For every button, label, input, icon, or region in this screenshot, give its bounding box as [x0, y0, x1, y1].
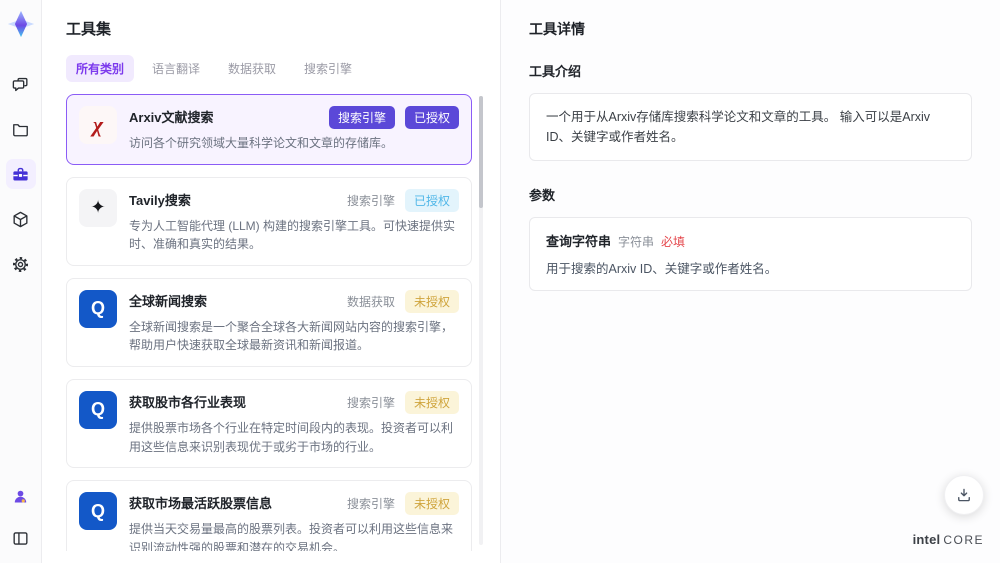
sidebar-item-files[interactable] — [6, 114, 36, 144]
tool-card[interactable]: ✦ Tavily搜索 搜索引擎 已授权 专为人工智能代理 (LLM) 构建的搜索… — [66, 176, 472, 266]
chat-icon — [12, 77, 28, 91]
tool-name: Arxiv文献搜索 — [129, 110, 214, 125]
tool-card[interactable]: χ Arxiv文献搜索 搜索引擎 已授权 访问各个研究领域大量科学论文和文章的存… — [66, 94, 472, 165]
tool-detail-panel: 工具详情 工具介绍 一个用于从Arxiv存储库搜索科学论文和文章的工具。 输入可… — [500, 0, 1000, 563]
category-tab[interactable]: 数据获取 — [218, 55, 286, 82]
tool-logo-icon: Q — [79, 289, 117, 328]
category-tab[interactable]: 所有类别 — [66, 55, 135, 82]
page-title: 工具集 — [66, 21, 112, 38]
folder-icon — [13, 123, 28, 136]
auth-status-badge: 已授权 — [404, 188, 459, 212]
sidebar-nav — [5, 69, 36, 279]
tool-description: 访问各个研究领域大量科学论文和文章的存储库。 — [129, 136, 394, 150]
scrollbar-thumb[interactable] — [479, 96, 483, 208]
param-required-flag: 必填 — [661, 235, 686, 249]
category-badge: 数据获取 — [346, 294, 395, 309]
tool-card[interactable]: Q 全球新闻搜索 数据获取 未授权 全球新闻搜索是一个聚合全球各大新闻网站内容的… — [66, 277, 472, 367]
category-tabs: 所有类别 语言翻译 数据获取 搜索引擎 — [66, 55, 484, 82]
tool-name: 全球新闻搜索 — [129, 293, 208, 309]
sidebar-item-tools[interactable] — [5, 159, 36, 189]
auth-status-badge: 未授权 — [404, 390, 459, 414]
intro-text: 一个用于从Arxiv存储库搜索科学论文和文章的工具。 输入可以是Arxiv ID… — [546, 110, 931, 144]
param-type: 字符串 — [618, 235, 655, 249]
tool-name: 获取市场最活跃股票信息 — [129, 496, 273, 512]
collapse-sidebar-button[interactable] — [6, 523, 36, 553]
tool-description: 专为人工智能代理 (LLM) 构建的搜索引擎工具。可快速提供实时、准确和真实的结… — [129, 218, 456, 252]
category-badge: 搜索引擎 — [346, 193, 395, 208]
auth-status-badge: 未授权 — [404, 492, 459, 516]
tool-name: 获取股市各行业表现 — [129, 394, 247, 410]
params-box: 查询字符串 字符串 必填 用于搜索的Arxiv ID、关键字或作者姓名。 — [529, 217, 972, 291]
tool-description: 全球新闻搜索是一个聚合全球各大新闻网站内容的搜索引擎，帮助用户快速获取全球最新资… — [129, 319, 454, 353]
cube-icon — [13, 211, 28, 227]
intel-wordmark: intel — [912, 532, 941, 548]
user-avatar[interactable] — [6, 481, 36, 511]
core-wordmark: core — [943, 533, 984, 548]
tool-card[interactable]: Q 获取市场最活跃股票信息 搜索引擎 未授权 提供当天交易量最高的股票列表。投资… — [66, 480, 472, 551]
tool-list-panel: 工具集 所有类别 语言翻译 数据获取 搜索引擎 χ Arxiv文献搜索 搜索引擎… — [42, 0, 500, 563]
list-scrollbar[interactable] — [479, 96, 483, 545]
sidebar-item-chat[interactable] — [6, 69, 36, 99]
detail-title: 工具详情 — [529, 21, 585, 37]
app-window: 工具集 所有类别 语言翻译 数据获取 搜索引擎 χ Arxiv文献搜索 搜索引擎… — [0, 0, 1000, 563]
tool-logo-icon: χ — [79, 106, 117, 144]
category-badge: 搜索引擎 — [346, 497, 395, 512]
tool-logo-icon: Q — [79, 390, 117, 429]
app-logo-icon — [6, 9, 36, 39]
auth-status-badge: 已授权 — [404, 106, 459, 129]
tool-card[interactable]: Q 获取股市各行业表现 搜索引擎 未授权 提供股票市场各个行业在特定时间段内的表… — [66, 378, 472, 469]
intro-heading: 工具介绍 — [529, 64, 582, 79]
sidebar-item-settings[interactable] — [6, 249, 36, 279]
gear-icon — [12, 256, 29, 272]
tool-logo-icon: ✦ — [79, 188, 117, 227]
tool-description: 提供股票市场各个行业在特定时间段内的表现。投资者可以利用这些信息来识别表现优于或… — [129, 420, 454, 454]
sidebar-item-packages[interactable] — [6, 204, 36, 234]
param-name: 查询字符串 — [546, 234, 612, 249]
download-icon — [958, 488, 970, 502]
tool-list: χ Arxiv文献搜索 搜索引擎 已授权 访问各个研究领域大量科学论文和文章的存… — [66, 94, 484, 551]
category-badge: 搜索引擎 — [328, 106, 395, 129]
param-item: 查询字符串 字符串 必填 用于搜索的Arxiv ID、关键字或作者姓名。 — [546, 231, 955, 277]
user-icon — [14, 490, 27, 502]
panel-layout-icon — [13, 531, 28, 545]
category-badge: 搜索引擎 — [346, 395, 395, 410]
sidebar — [0, 0, 42, 563]
tool-name: Tavily搜索 — [129, 192, 191, 208]
category-tab[interactable]: 语言翻译 — [142, 55, 210, 82]
category-tab[interactable]: 搜索引擎 — [294, 55, 362, 82]
tool-description: 提供当天交易量最高的股票列表。投资者可以利用这些信息来识别流动性强的股票和潜在的… — [129, 522, 454, 551]
param-description: 用于搜索的Arxiv ID、关键字或作者姓名。 — [546, 262, 778, 276]
toolbox-icon — [13, 167, 28, 180]
intel-core-logo: intel core — [913, 531, 984, 549]
params-heading: 参数 — [529, 188, 556, 203]
download-button[interactable] — [944, 475, 984, 515]
sidebar-bottom — [6, 481, 36, 553]
auth-status-badge: 未授权 — [404, 289, 459, 313]
intro-box: 一个用于从Arxiv存储库搜索科学论文和文章的工具。 输入可以是Arxiv ID… — [529, 93, 972, 161]
tool-logo-icon: Q — [79, 492, 117, 531]
